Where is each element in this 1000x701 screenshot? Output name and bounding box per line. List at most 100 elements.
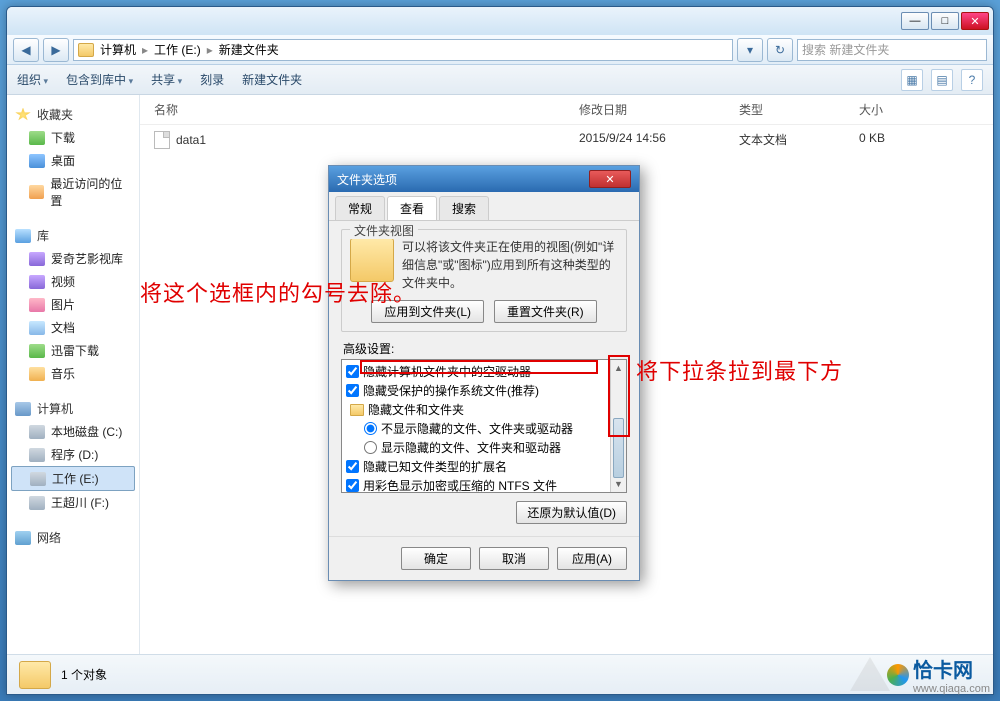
advanced-setting-item[interactable]: 隐藏计算机文件夹中的空驱动器 (346, 362, 606, 381)
apply-to-folders-button[interactable]: 应用到文件夹(L) (371, 300, 484, 323)
file-row[interactable]: data1 2015/9/24 14:56 文本文档 0 KB (140, 125, 993, 155)
sidebar-iqiyi[interactable]: 爱奇艺影视库 (11, 247, 135, 270)
view-options-button[interactable]: ▦ (901, 69, 923, 91)
col-size[interactable]: 大小 (859, 101, 979, 118)
favorites-icon (15, 108, 31, 122)
checkbox-input[interactable] (346, 479, 359, 492)
folder-view-group: 文件夹视图 可以将该文件夹正在使用的视图(例如"详细信息"或"图标")应用到所有… (341, 229, 627, 332)
sidebar-disk-f[interactable]: 王超川 (F:) (11, 491, 135, 514)
tab-view[interactable]: 查看 (387, 196, 437, 220)
burn-button[interactable]: 刻录 (200, 71, 224, 88)
watermark: 恰卡网 www.qiaqa.com (887, 654, 990, 695)
folder-view-icon (350, 238, 394, 282)
ok-button[interactable]: 确定 (401, 547, 471, 570)
watermark-name: 恰卡网 (913, 654, 990, 683)
dialog-title: 文件夹选项 (337, 171, 397, 188)
checkbox-input[interactable] (346, 460, 359, 473)
close-button[interactable]: ✕ (961, 12, 989, 30)
cancel-button[interactable]: 取消 (479, 547, 549, 570)
radio-input[interactable] (364, 422, 377, 435)
text-file-icon (154, 131, 170, 149)
scroll-down-button[interactable]: ▼ (611, 476, 626, 492)
sidebar-pictures[interactable]: 图片 (11, 293, 135, 316)
sidebar-disk-c[interactable]: 本地磁盘 (C:) (11, 420, 135, 443)
watermark-shadow-icon (850, 657, 890, 691)
advanced-setting-item[interactable]: 隐藏文件和文件夹 (346, 400, 606, 419)
sidebar-recent[interactable]: 最近访问的位置 (11, 172, 135, 212)
sidebar-favorites[interactable]: 收藏夹 (37, 106, 73, 123)
nav-bar: ◀ ▶ 计算机 ▸ 工作 (E:) ▸ 新建文件夹 ▾ ↻ 搜索 新建文件夹 (7, 35, 993, 65)
scroll-up-button[interactable]: ▲ (611, 360, 626, 376)
minimize-button[interactable]: — (901, 12, 929, 30)
forward-button[interactable]: ▶ (43, 38, 69, 62)
folder-options-dialog: 文件夹选项 ✕ 常规 查看 搜索 文件夹视图 可以将该文件夹正在使用的视图(例如… (328, 165, 640, 581)
folder-view-title: 文件夹视图 (350, 222, 418, 239)
network-icon (15, 531, 31, 545)
sidebar-downloads[interactable]: 下载 (11, 126, 135, 149)
address-bar[interactable]: 计算机 ▸ 工作 (E:) ▸ 新建文件夹 (73, 39, 733, 61)
breadcrumb-sep: ▸ (142, 43, 148, 57)
sidebar-xunlei[interactable]: 迅雷下载 (11, 339, 135, 362)
organize-menu[interactable]: 组织 (17, 71, 48, 88)
navigation-pane: 收藏夹 下载 桌面 最近访问的位置 库 爱奇艺影视库 视频 图片 文档 迅雷下载… (7, 95, 140, 654)
advanced-setting-item[interactable]: 不显示隐藏的文件、文件夹或驱动器 (346, 419, 606, 438)
back-button[interactable]: ◀ (13, 38, 39, 62)
status-text: 1 个对象 (61, 666, 107, 683)
scroll-thumb[interactable] (613, 418, 624, 478)
advanced-setting-item[interactable]: 显示隐藏的文件、文件夹和驱动器 (346, 438, 606, 457)
col-type[interactable]: 类型 (739, 101, 859, 118)
share-menu[interactable]: 共享 (151, 71, 182, 88)
address-dropdown-button[interactable]: ▾ (737, 38, 763, 62)
include-menu[interactable]: 包含到库中 (66, 71, 133, 88)
breadcrumb-sep: ▸ (207, 43, 213, 57)
checkbox-input[interactable] (346, 384, 359, 397)
col-date[interactable]: 修改日期 (579, 101, 739, 118)
file-type: 文本文档 (739, 131, 859, 149)
folder-icon (350, 404, 364, 416)
advanced-settings-label: 高级设置: (343, 340, 627, 357)
sidebar-disk-d[interactable]: 程序 (D:) (11, 443, 135, 466)
refresh-button[interactable]: ↻ (767, 38, 793, 62)
sidebar-libraries[interactable]: 库 (37, 227, 49, 244)
breadcrumb-seg[interactable]: 工作 (E:) (154, 41, 201, 58)
breadcrumb-seg[interactable]: 新建文件夹 (219, 41, 279, 58)
tab-search[interactable]: 搜索 (439, 196, 489, 220)
sidebar-music[interactable]: 音乐 (11, 362, 135, 385)
folder-icon (19, 661, 51, 689)
radio-input[interactable] (364, 441, 377, 454)
advanced-setting-item[interactable]: 隐藏受保护的操作系统文件(推荐) (346, 381, 606, 400)
col-name[interactable]: 名称 (154, 101, 579, 118)
scrollbar[interactable]: ▲ ▼ (610, 360, 626, 492)
sidebar-disk-e[interactable]: 工作 (E:) (11, 466, 135, 491)
restore-defaults-button[interactable]: 还原为默认值(D) (516, 501, 627, 524)
search-box[interactable]: 搜索 新建文件夹 (797, 39, 987, 61)
status-bar: 1 个对象 (7, 654, 993, 694)
dialog-title-bar[interactable]: 文件夹选项 ✕ (329, 166, 639, 192)
maximize-button[interactable]: □ (931, 12, 959, 30)
breadcrumb-seg[interactable]: 计算机 (100, 41, 136, 58)
advanced-setting-item[interactable]: 用彩色显示加密或压缩的 NTFS 文件 (346, 476, 606, 493)
tab-general[interactable]: 常规 (335, 196, 385, 220)
file-size: 0 KB (859, 131, 979, 149)
preview-pane-button[interactable]: ▤ (931, 69, 953, 91)
libraries-icon (15, 229, 31, 243)
folder-view-desc: 可以将该文件夹正在使用的视图(例如"详细信息"或"图标")应用到所有这种类型的文… (402, 238, 618, 292)
file-date: 2015/9/24 14:56 (579, 131, 739, 149)
sidebar-computer[interactable]: 计算机 (37, 400, 73, 417)
apply-button[interactable]: 应用(A) (557, 547, 627, 570)
reset-folders-button[interactable]: 重置文件夹(R) (494, 300, 597, 323)
watermark-url: www.qiaqa.com (913, 683, 990, 695)
checkbox-input[interactable] (346, 365, 359, 378)
title-bar: — □ ✕ (7, 7, 993, 35)
help-button[interactable]: ? (961, 69, 983, 91)
sidebar-network[interactable]: 网络 (37, 529, 61, 546)
dialog-tabs: 常规 查看 搜索 (329, 192, 639, 221)
sidebar-documents[interactable]: 文档 (11, 316, 135, 339)
new-folder-button[interactable]: 新建文件夹 (242, 71, 302, 88)
dialog-close-button[interactable]: ✕ (589, 170, 631, 188)
dialog-footer: 确定 取消 应用(A) (329, 536, 639, 580)
column-headers[interactable]: 名称 修改日期 类型 大小 (140, 95, 993, 125)
sidebar-videos[interactable]: 视频 (11, 270, 135, 293)
advanced-setting-item[interactable]: 隐藏已知文件类型的扩展名 (346, 457, 606, 476)
sidebar-desktop[interactable]: 桌面 (11, 149, 135, 172)
